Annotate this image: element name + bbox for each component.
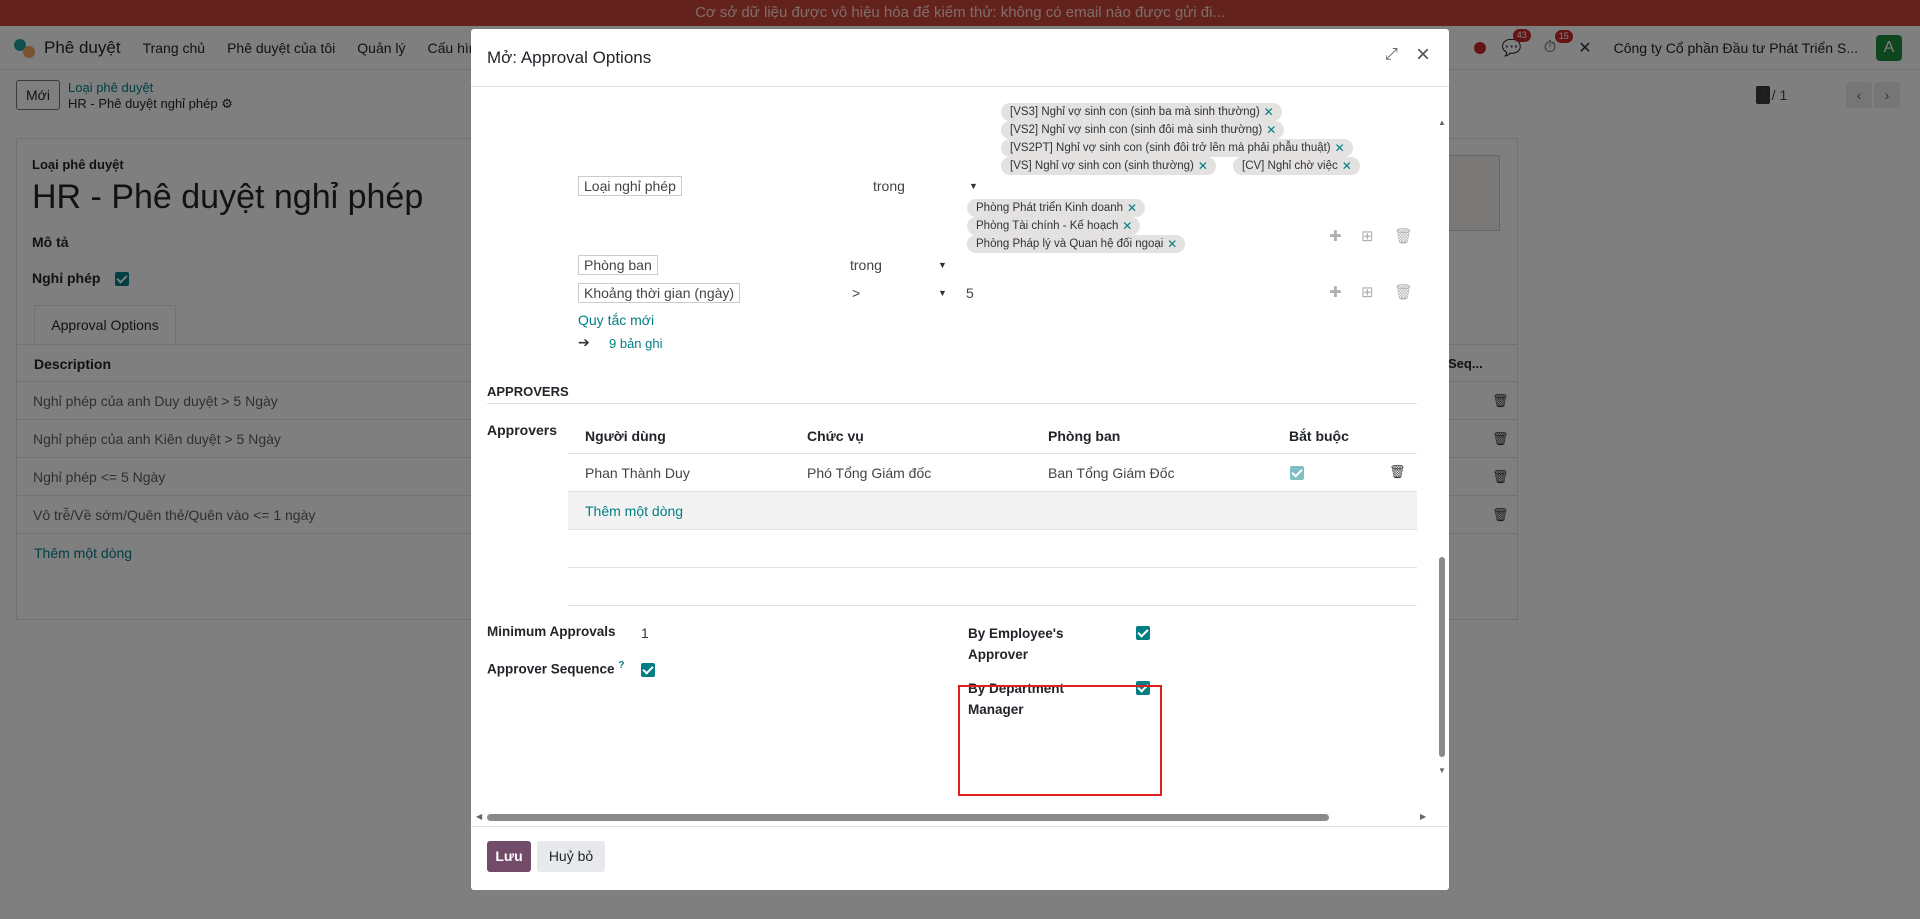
dialog-footer: Lưu Huỷ bỏ [471, 826, 1449, 890]
tag-label: [CV] Nghỉ chờ việc [1242, 160, 1338, 172]
add-line-row[interactable] [568, 492, 1417, 529]
rule-value[interactable]: 5 [966, 285, 974, 301]
save-button[interactable]: Lưu [487, 841, 531, 872]
department-tag[interactable]: Phòng Tài chính - Kế hoạch ✕ [967, 217, 1141, 235]
trash-icon[interactable]: 🗑 [1394, 227, 1413, 245]
scroll-right-icon[interactable]: ▶ [1420, 812, 1426, 821]
rule-field-department[interactable]: Phòng ban [578, 255, 658, 275]
branch-icon[interactable]: ⊞ [1361, 283, 1374, 301]
remove-tag-icon[interactable]: ✕ [1167, 235, 1177, 253]
column-department[interactable]: Phòng ban [1048, 428, 1120, 444]
rule-operator[interactable]: trong [850, 257, 882, 273]
caret-down-icon[interactable]: ▼ [938, 260, 947, 270]
row-divider [568, 567, 1417, 568]
vertical-scrollbar[interactable] [1439, 557, 1445, 757]
remove-tag-icon[interactable]: ✕ [1335, 139, 1345, 157]
tag-label: Phòng Pháp lý và Quan hệ đối ngoại [976, 238, 1164, 250]
remove-tag-icon[interactable]: ✕ [1122, 217, 1132, 235]
min-approvals-input[interactable]: 1 [641, 625, 649, 641]
required-checkbox[interactable] [1290, 464, 1304, 481]
new-rule-link[interactable]: Quy tắc mới [578, 312, 654, 328]
add-line-link[interactable]: Thêm một dòng [585, 503, 683, 519]
approvers-section-title: APPROVERS [487, 384, 569, 399]
remove-tag-icon[interactable]: ✕ [1127, 199, 1137, 217]
expand-icon[interactable]: ⤢ [1385, 46, 1398, 64]
leave-type-tag[interactable]: [VS2] Nghỉ vợ sinh con (sinh đôi mà sinh… [1001, 121, 1285, 139]
approver-sequence-label: Approver Sequence ? [487, 660, 624, 677]
approver-sequence-checkbox[interactable] [641, 661, 655, 678]
trash-icon[interactable]: 🗑 [1389, 464, 1406, 480]
by-employee-approver-checkbox[interactable] [1136, 624, 1150, 641]
scroll-down-icon[interactable]: ▼ [1438, 766, 1446, 775]
remove-tag-icon[interactable]: ✕ [1198, 157, 1208, 175]
leave-type-tag[interactable]: [CV] Nghỉ chờ việc ✕ [1233, 157, 1360, 175]
section-divider [487, 403, 1417, 404]
tag-label: [VS3] Nghỉ vợ sinh con (sinh ba mà sinh … [1010, 106, 1260, 118]
tag-label: Phòng Tài chính - Kế hoạch [976, 220, 1119, 232]
leave-type-tag[interactable]: [VS] Nghỉ vợ sinh con (sinh thường) ✕ [1001, 157, 1216, 175]
add-rule-icon[interactable]: ✚ [1329, 227, 1342, 245]
tag-label: [VS2PT] Nghỉ vợ sinh con (sinh đôi trở l… [1010, 142, 1331, 154]
column-position[interactable]: Chức vụ [807, 428, 864, 444]
department-tag[interactable]: Phòng Phát triển Kinh doanh ✕ [967, 199, 1146, 217]
caret-down-icon[interactable]: ▼ [938, 288, 947, 298]
remove-tag-icon[interactable]: ✕ [1264, 103, 1274, 121]
tag-label: [VS] Nghỉ vợ sinh con (sinh thường) [1010, 160, 1194, 172]
highlight-box [958, 685, 1162, 796]
horizontal-scrollbar[interactable] [487, 814, 1329, 821]
add-rule-icon[interactable]: ✚ [1329, 283, 1342, 301]
approver-user[interactable]: Phan Thành Duy [585, 465, 690, 481]
caret-down-icon[interactable]: ▼ [969, 181, 978, 191]
leave-type-tag[interactable]: [VS2PT] Nghỉ vợ sinh con (sinh đôi trở l… [1001, 139, 1353, 157]
tag-label: Phòng Phát triển Kinh doanh [976, 202, 1124, 214]
rule-operator[interactable]: trong [873, 178, 905, 194]
discard-button[interactable]: Huỷ bỏ [537, 841, 605, 872]
leave-type-tag[interactable]: [VS3] Nghỉ vợ sinh con (sinh ba mà sinh … [1001, 103, 1282, 121]
table-header-divider [568, 453, 1417, 454]
branch-icon[interactable]: ⊞ [1361, 227, 1374, 245]
arrow-right-icon: ➔ [578, 334, 590, 350]
trash-icon[interactable]: 🗑 [1394, 283, 1413, 301]
approver-department[interactable]: Ban Tổng Giám Đốc [1048, 465, 1175, 481]
tag-label: [VS2] Nghỉ vợ sinh con (sinh đôi mà sinh… [1010, 124, 1263, 136]
row-divider [568, 529, 1417, 530]
min-approvals-label: Minimum Approvals [487, 624, 616, 639]
approver-sequence-text: Approver Sequence [487, 661, 615, 677]
by-employee-approver-label: By Employee's Approver [968, 626, 1064, 662]
approver-position[interactable]: Phó Tổng Giám đốc [807, 465, 931, 481]
scroll-left-icon[interactable]: ◀ [476, 812, 482, 821]
dialog-title: Mở: Approval Options [487, 48, 652, 67]
rule-field-leave-type[interactable]: Loại nghỉ phép [578, 176, 682, 196]
rule-operator[interactable]: > [852, 285, 860, 301]
help-icon[interactable]: ? [618, 660, 624, 671]
rule-field-duration[interactable]: Khoảng thời gian (ngày) [578, 283, 741, 303]
column-user[interactable]: Người dùng [585, 428, 666, 444]
remove-tag-icon[interactable]: ✕ [1266, 121, 1276, 139]
records-link[interactable]: 9 bản ghi [609, 336, 663, 351]
column-required[interactable]: Bắt buộc [1289, 428, 1349, 444]
close-icon[interactable]: × [1416, 41, 1430, 69]
row-divider [568, 605, 1417, 606]
dialog-header: Mở: Approval Options ⤢ × [471, 29, 1449, 87]
remove-tag-icon[interactable]: ✕ [1342, 157, 1352, 175]
department-tag[interactable]: Phòng Pháp lý và Quan hệ đối ngoại ✕ [967, 235, 1186, 253]
approvers-label: Approvers [487, 422, 558, 438]
scroll-up-icon[interactable]: ▲ [1438, 118, 1446, 127]
